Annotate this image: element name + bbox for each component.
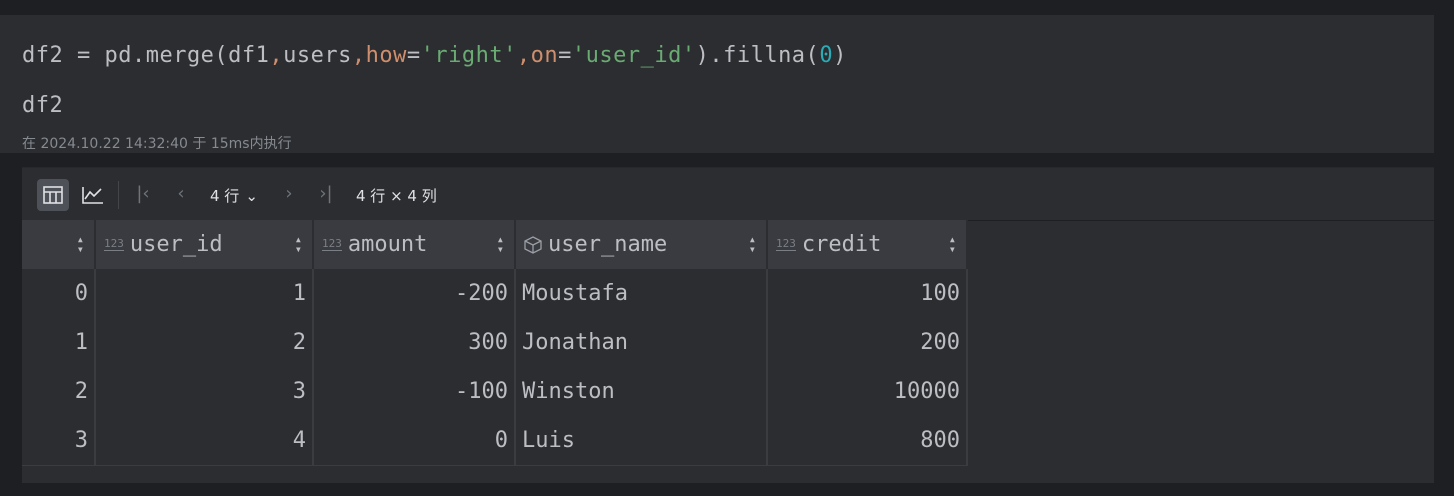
cell-credit[interactable]: 10000 xyxy=(767,367,968,416)
first-page-icon[interactable]: |‹ xyxy=(133,183,153,205)
rows-selector-label: 4 行 xyxy=(210,187,240,205)
cell-user-id[interactable]: 1 xyxy=(95,269,314,318)
numeric-type-icon: 123 xyxy=(776,237,796,251)
code-token: , xyxy=(516,43,531,68)
cell-amount[interactable]: -200 xyxy=(313,269,516,318)
table-row[interactable]: 0 1 -200 Moustafa 100 xyxy=(22,269,968,318)
code-line-1[interactable]: df2 = pd.merge(df1,users,how='right',on=… xyxy=(22,43,847,68)
previous-page-icon[interactable]: ‹ xyxy=(171,183,191,205)
cell-user-name[interactable]: Jonathan xyxy=(515,318,768,367)
column-header-amount[interactable]: 123 amount ▴ ▾ xyxy=(313,220,516,269)
sort-icon[interactable]: ▴ ▾ xyxy=(749,233,756,255)
code-token: how xyxy=(365,43,407,68)
cell-amount[interactable]: -100 xyxy=(313,367,516,416)
chart-view-button[interactable] xyxy=(77,179,109,211)
rows-selector[interactable]: 4 行 ⌄ xyxy=(210,185,258,206)
code-token: users xyxy=(283,43,352,68)
sort-icon[interactable]: ▴ ▾ xyxy=(497,233,504,255)
chevron-down-icon: ⌄ xyxy=(245,187,258,205)
numeric-type-icon: 123 xyxy=(104,237,124,251)
cell-credit[interactable]: 100 xyxy=(767,269,968,318)
column-header-user-name[interactable]: user_name ▴ ▾ xyxy=(515,220,768,269)
cell-user-name[interactable]: Winston xyxy=(515,367,768,416)
table-header-row: ▴ ▾ 123 user_id ▴ ▾ 123 amount ▴ ▾ user_… xyxy=(22,220,968,269)
column-header-user-id[interactable]: 123 user_id ▴ ▾ xyxy=(95,220,314,269)
object-type-icon xyxy=(524,235,542,254)
row-index: 3 xyxy=(22,416,96,466)
code-token: = xyxy=(558,43,572,68)
cell-user-name[interactable]: Moustafa xyxy=(515,269,768,318)
sort-icon[interactable]: ▴ ▾ xyxy=(949,233,956,255)
numeric-type-icon: 123 xyxy=(322,237,342,251)
code-token: , xyxy=(269,43,284,68)
code-token: df2 = pd.merge(df1 xyxy=(22,43,270,68)
table-icon xyxy=(43,186,63,204)
output-toolbar: |‹ ‹ 4 行 ⌄ › ›| 4 行 × 4 列 xyxy=(22,168,1434,221)
last-page-icon[interactable]: ›| xyxy=(316,183,336,205)
sort-icon[interactable]: ▴ ▾ xyxy=(295,233,302,255)
column-header-label: amount xyxy=(347,232,428,257)
code-token: ).fillna( xyxy=(695,43,820,68)
chart-icon xyxy=(82,187,103,204)
cell-user-id[interactable]: 2 xyxy=(95,318,314,367)
code-token: 'user_id' xyxy=(571,43,696,68)
row-index: 2 xyxy=(22,367,96,416)
code-token: 'right' xyxy=(420,43,517,68)
code-token: , xyxy=(351,43,366,68)
code-line-2[interactable]: df2 xyxy=(22,93,63,118)
column-header-label: user_id xyxy=(129,232,223,257)
next-page-icon[interactable]: › xyxy=(279,183,299,205)
dataframe-table: ▴ ▾ 123 user_id ▴ ▾ 123 amount ▴ ▾ user_… xyxy=(22,220,968,466)
column-header-label: credit xyxy=(801,232,882,257)
code-token: ) xyxy=(833,43,847,68)
toolbar-separator xyxy=(118,181,119,209)
code-token: 0 xyxy=(819,43,834,68)
code-token: = xyxy=(406,43,421,68)
output-panel: |‹ ‹ 4 行 ⌄ › ›| 4 行 × 4 列 ▴ ▾ 123 user_id ▴… xyxy=(22,167,1434,483)
table-row[interactable]: 1 2 300 Jonathan 200 xyxy=(22,318,968,367)
code-token: on xyxy=(530,43,559,68)
table-row[interactable]: 2 3 -100 Winston 10000 xyxy=(22,367,968,416)
table-shape: 4 行 × 4 列 xyxy=(356,187,437,205)
cell-credit[interactable]: 800 xyxy=(767,416,968,466)
index-header[interactable]: ▴ ▾ xyxy=(22,220,96,269)
row-index: 0 xyxy=(22,269,96,318)
cell-user-name[interactable]: Luis xyxy=(515,416,768,466)
cell-user-id[interactable]: 3 xyxy=(95,367,314,416)
table-view-button[interactable] xyxy=(37,179,69,211)
cell-amount[interactable]: 0 xyxy=(313,416,516,466)
cell-credit[interactable]: 200 xyxy=(767,318,968,367)
execution-info: 在 2024.10.22 14:32:40 于 15ms内执行 xyxy=(22,136,292,152)
sort-icon[interactable]: ▴ ▾ xyxy=(77,233,84,255)
column-header-label: user_name xyxy=(548,232,668,257)
table-row[interactable]: 3 4 0 Luis 800 xyxy=(22,416,968,466)
column-header-credit[interactable]: 123 credit ▴ ▾ xyxy=(767,220,968,269)
cell-user-id[interactable]: 4 xyxy=(95,416,314,466)
row-index: 1 xyxy=(22,318,96,367)
cell-amount[interactable]: 300 xyxy=(313,318,516,367)
